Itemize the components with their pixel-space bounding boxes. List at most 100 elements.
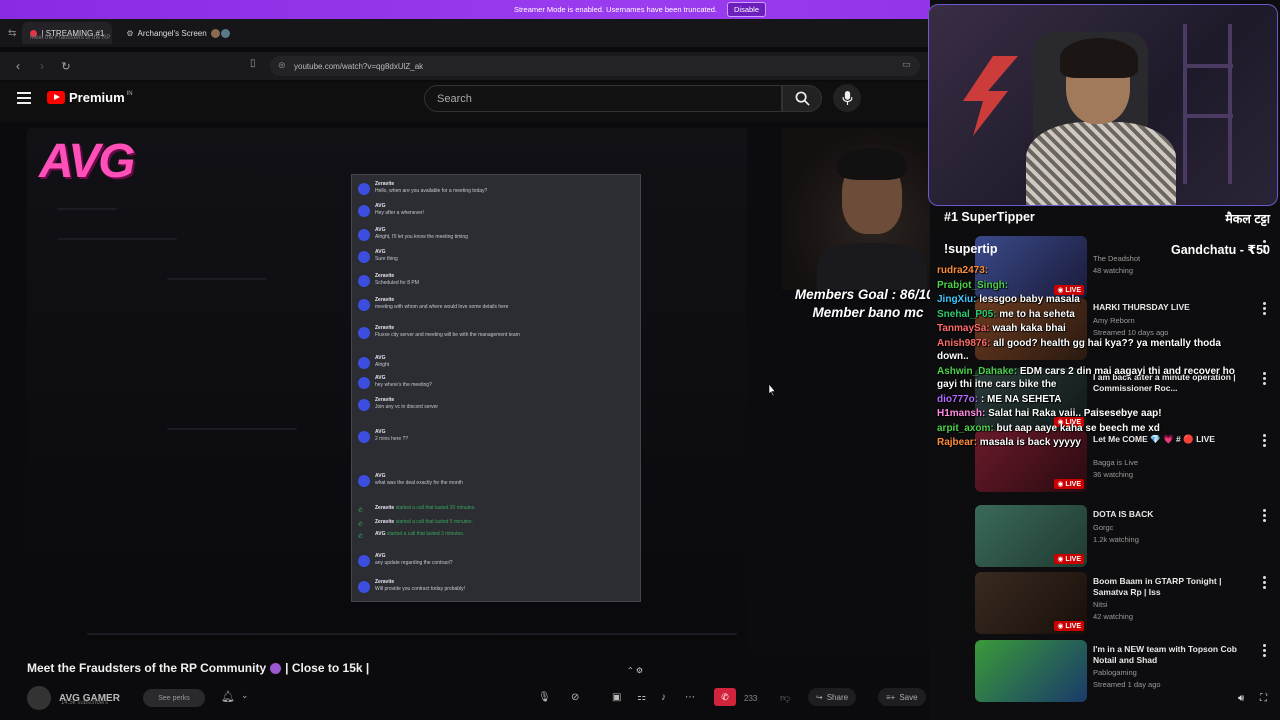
phone-icon: ✆ <box>358 508 364 514</box>
extension-icon[interactable]: ▭ <box>902 59 911 70</box>
recommended-meta: Streamed 1 day ago <box>1093 680 1161 689</box>
video-thumbnail[interactable]: ◉ LIVE <box>975 505 1087 567</box>
recommended-item[interactable]: ◉ LIVE DOTA IS BACK Gorgc 1.2k watching <box>975 505 1270 567</box>
voice-search-button[interactable] <box>833 84 861 112</box>
channel-avatar[interactable] <box>27 686 51 710</box>
person-body <box>1026 122 1176 206</box>
discord-message: AVG Alright <box>358 355 389 369</box>
recommended-channel[interactable]: Nitsi <box>1093 600 1108 609</box>
discord-username: Zeravite <box>375 397 395 403</box>
like-count[interactable]: 233 <box>744 694 757 703</box>
search-button[interactable] <box>782 85 822 112</box>
recommended-item[interactable]: I'm in a NEW team with Topson Cob Notail… <box>975 640 1270 702</box>
activity-icon[interactable]: ⚏ <box>637 692 646 703</box>
recommended-title[interactable]: I'm in a NEW team with Topson Cob Notail… <box>1093 644 1243 666</box>
more-options-icon[interactable] <box>1263 434 1266 447</box>
avg-overlay-logo: AVG <box>39 135 135 188</box>
discord-username: AVG <box>375 473 386 479</box>
avatar <box>358 205 370 217</box>
video-thumbnail[interactable]: ◉ LIVE <box>975 572 1087 634</box>
recommended-title[interactable]: Boom Baam in GTARP Tonight | Samatva Rp … <box>1093 576 1243 598</box>
discord-message: AVG any update regarding the contract? <box>358 553 453 567</box>
back-arrow-icon[interactable]: ‹ <box>8 56 28 76</box>
share-button[interactable]: ↪ Share <box>808 688 857 706</box>
fullscreen-icon[interactable]: ⛶ <box>1260 693 1267 704</box>
person-head <box>1066 46 1130 124</box>
see-perks-button[interactable]: See perks <box>143 689 205 707</box>
disable-button[interactable]: Disable <box>727 2 767 17</box>
recommended-item[interactable]: ◉ LIVE Boom Baam in GTARP Tonight | Samat… <box>975 572 1270 634</box>
back-icon[interactable]: ⇆ <box>8 28 16 39</box>
person-hair <box>1060 38 1138 78</box>
chat-username: Rajbear: <box>937 437 978 448</box>
menu-icon[interactable] <box>17 92 31 104</box>
ghost-ui <box>57 208 117 210</box>
discord-username: AVG <box>375 531 386 537</box>
more-options-icon[interactable] <box>1263 509 1266 522</box>
bell-icon[interactable]: 🔔︎ <box>221 690 235 703</box>
more-options-icon[interactable] <box>1263 372 1266 385</box>
mic-icon <box>842 91 852 105</box>
discord-screenshot: Zeravite Hello, when are you available fo… <box>351 174 641 602</box>
avatar <box>358 229 370 241</box>
video-player[interactable]: AVG Zeravite Hello, when are you availabl… <box>27 128 965 650</box>
expand-icon[interactable]: ⌃ ⚙ <box>627 666 643 675</box>
youtube-logo[interactable]: Premium IN <box>47 90 133 105</box>
chevron-down-icon[interactable]: ⌄ <box>241 690 249 701</box>
ghost-ui <box>167 428 297 430</box>
camera-toggle-icon[interactable]: ⊘ <box>571 692 579 703</box>
chat-message: Ashwin_Dahake: EDM cars 2 din mai aagayi… <box>937 365 1252 392</box>
avatar <box>358 357 370 369</box>
dislike-icon[interactable]: 👎︎ <box>780 692 790 704</box>
site-info-icon[interactable]: ⊜ <box>278 60 286 71</box>
tab-bar: ⇆ | STREAMING #1 ⚙ Archangel's Screen <box>0 19 930 47</box>
tab-archangel-screen[interactable]: ⚙ Archangel's Screen <box>118 22 237 44</box>
save-icon: ≡+ <box>886 692 896 702</box>
discord-username: AVG <box>375 429 386 435</box>
volume-icon[interactable]: 🔊︎ <box>1238 693 1244 704</box>
soundboard-icon[interactable]: ♪ <box>661 692 666 703</box>
url-field[interactable]: ⊜ youtube.com/watch?v=qg8dxUlZ_ak <box>270 56 920 76</box>
share-icon: ↪ <box>816 692 823 702</box>
address-bar: ‹ › ↻ ▯ ⊜ youtube.com/watch?v=qg8dxUlZ_a… <box>0 52 930 80</box>
supertipper-label: #1 SuperTipper <box>944 210 1035 224</box>
more-options-icon[interactable] <box>1263 644 1266 657</box>
subtab-title[interactable]: Meet the Fraudsters of the RP <box>30 35 110 41</box>
discord-message: AVG hey where's the meeting? <box>358 375 432 389</box>
shelf <box>1183 114 1233 118</box>
shelf <box>1183 24 1187 184</box>
recommended-channel[interactable]: Pablogaming <box>1093 668 1137 677</box>
avatar <box>358 251 370 263</box>
discord-message: Zeravite meeting with whom and where woul… <box>358 297 508 311</box>
discord-message: Zeravite Scheduled for 8 PM <box>358 273 419 287</box>
live-badge: ◉ LIVE <box>1054 621 1084 631</box>
emoji-icon <box>270 662 282 674</box>
recommended-channel[interactable]: Bagga is Live <box>1093 458 1138 467</box>
discord-message: Zeravite Fluxxe city server and meeting w… <box>358 325 520 339</box>
bookmark-icon[interactable]: ▯ <box>250 58 256 69</box>
banner-text: Streamer Mode is enabled. Usernames have… <box>513 5 717 14</box>
recommended-channel[interactable]: Gorgc <box>1093 523 1113 532</box>
chat-text: Salat hai Raka vaii.. Paisesebye aap! <box>988 408 1162 419</box>
share-screen-icon[interactable]: ▣ <box>612 692 621 703</box>
reload-icon[interactable]: ↻ <box>56 56 76 76</box>
discord-message-text: Fluxxe city server and meeting will be w… <box>375 332 520 338</box>
discord-message-text: 2 mins here ?? <box>375 436 409 442</box>
more-options-icon[interactable] <box>1263 576 1266 589</box>
discord-username: Zeravite <box>375 519 395 525</box>
save-button[interactable]: ≡+ Save <box>878 688 926 706</box>
forward-arrow-icon[interactable]: › <box>32 56 52 76</box>
more-icon[interactable]: ⋯ <box>685 692 695 703</box>
chat-message: rudra2473: <box>937 264 1252 278</box>
disconnect-button[interactable]: ✆ <box>714 688 736 706</box>
search-input[interactable]: Search <box>424 85 782 112</box>
avatar <box>358 475 370 487</box>
avatar <box>358 327 370 339</box>
recommended-title[interactable]: DOTA IS BACK <box>1093 509 1243 520</box>
more-options-icon[interactable] <box>1263 302 1266 315</box>
recommended-channel[interactable]: The Deadshot <box>1093 254 1140 263</box>
mic-toggle-icon[interactable]: 🎙︎ <box>538 692 551 703</box>
video-thumbnail[interactable] <box>975 640 1087 702</box>
avatar <box>358 275 370 287</box>
discord-username: Zeravite <box>375 273 395 279</box>
